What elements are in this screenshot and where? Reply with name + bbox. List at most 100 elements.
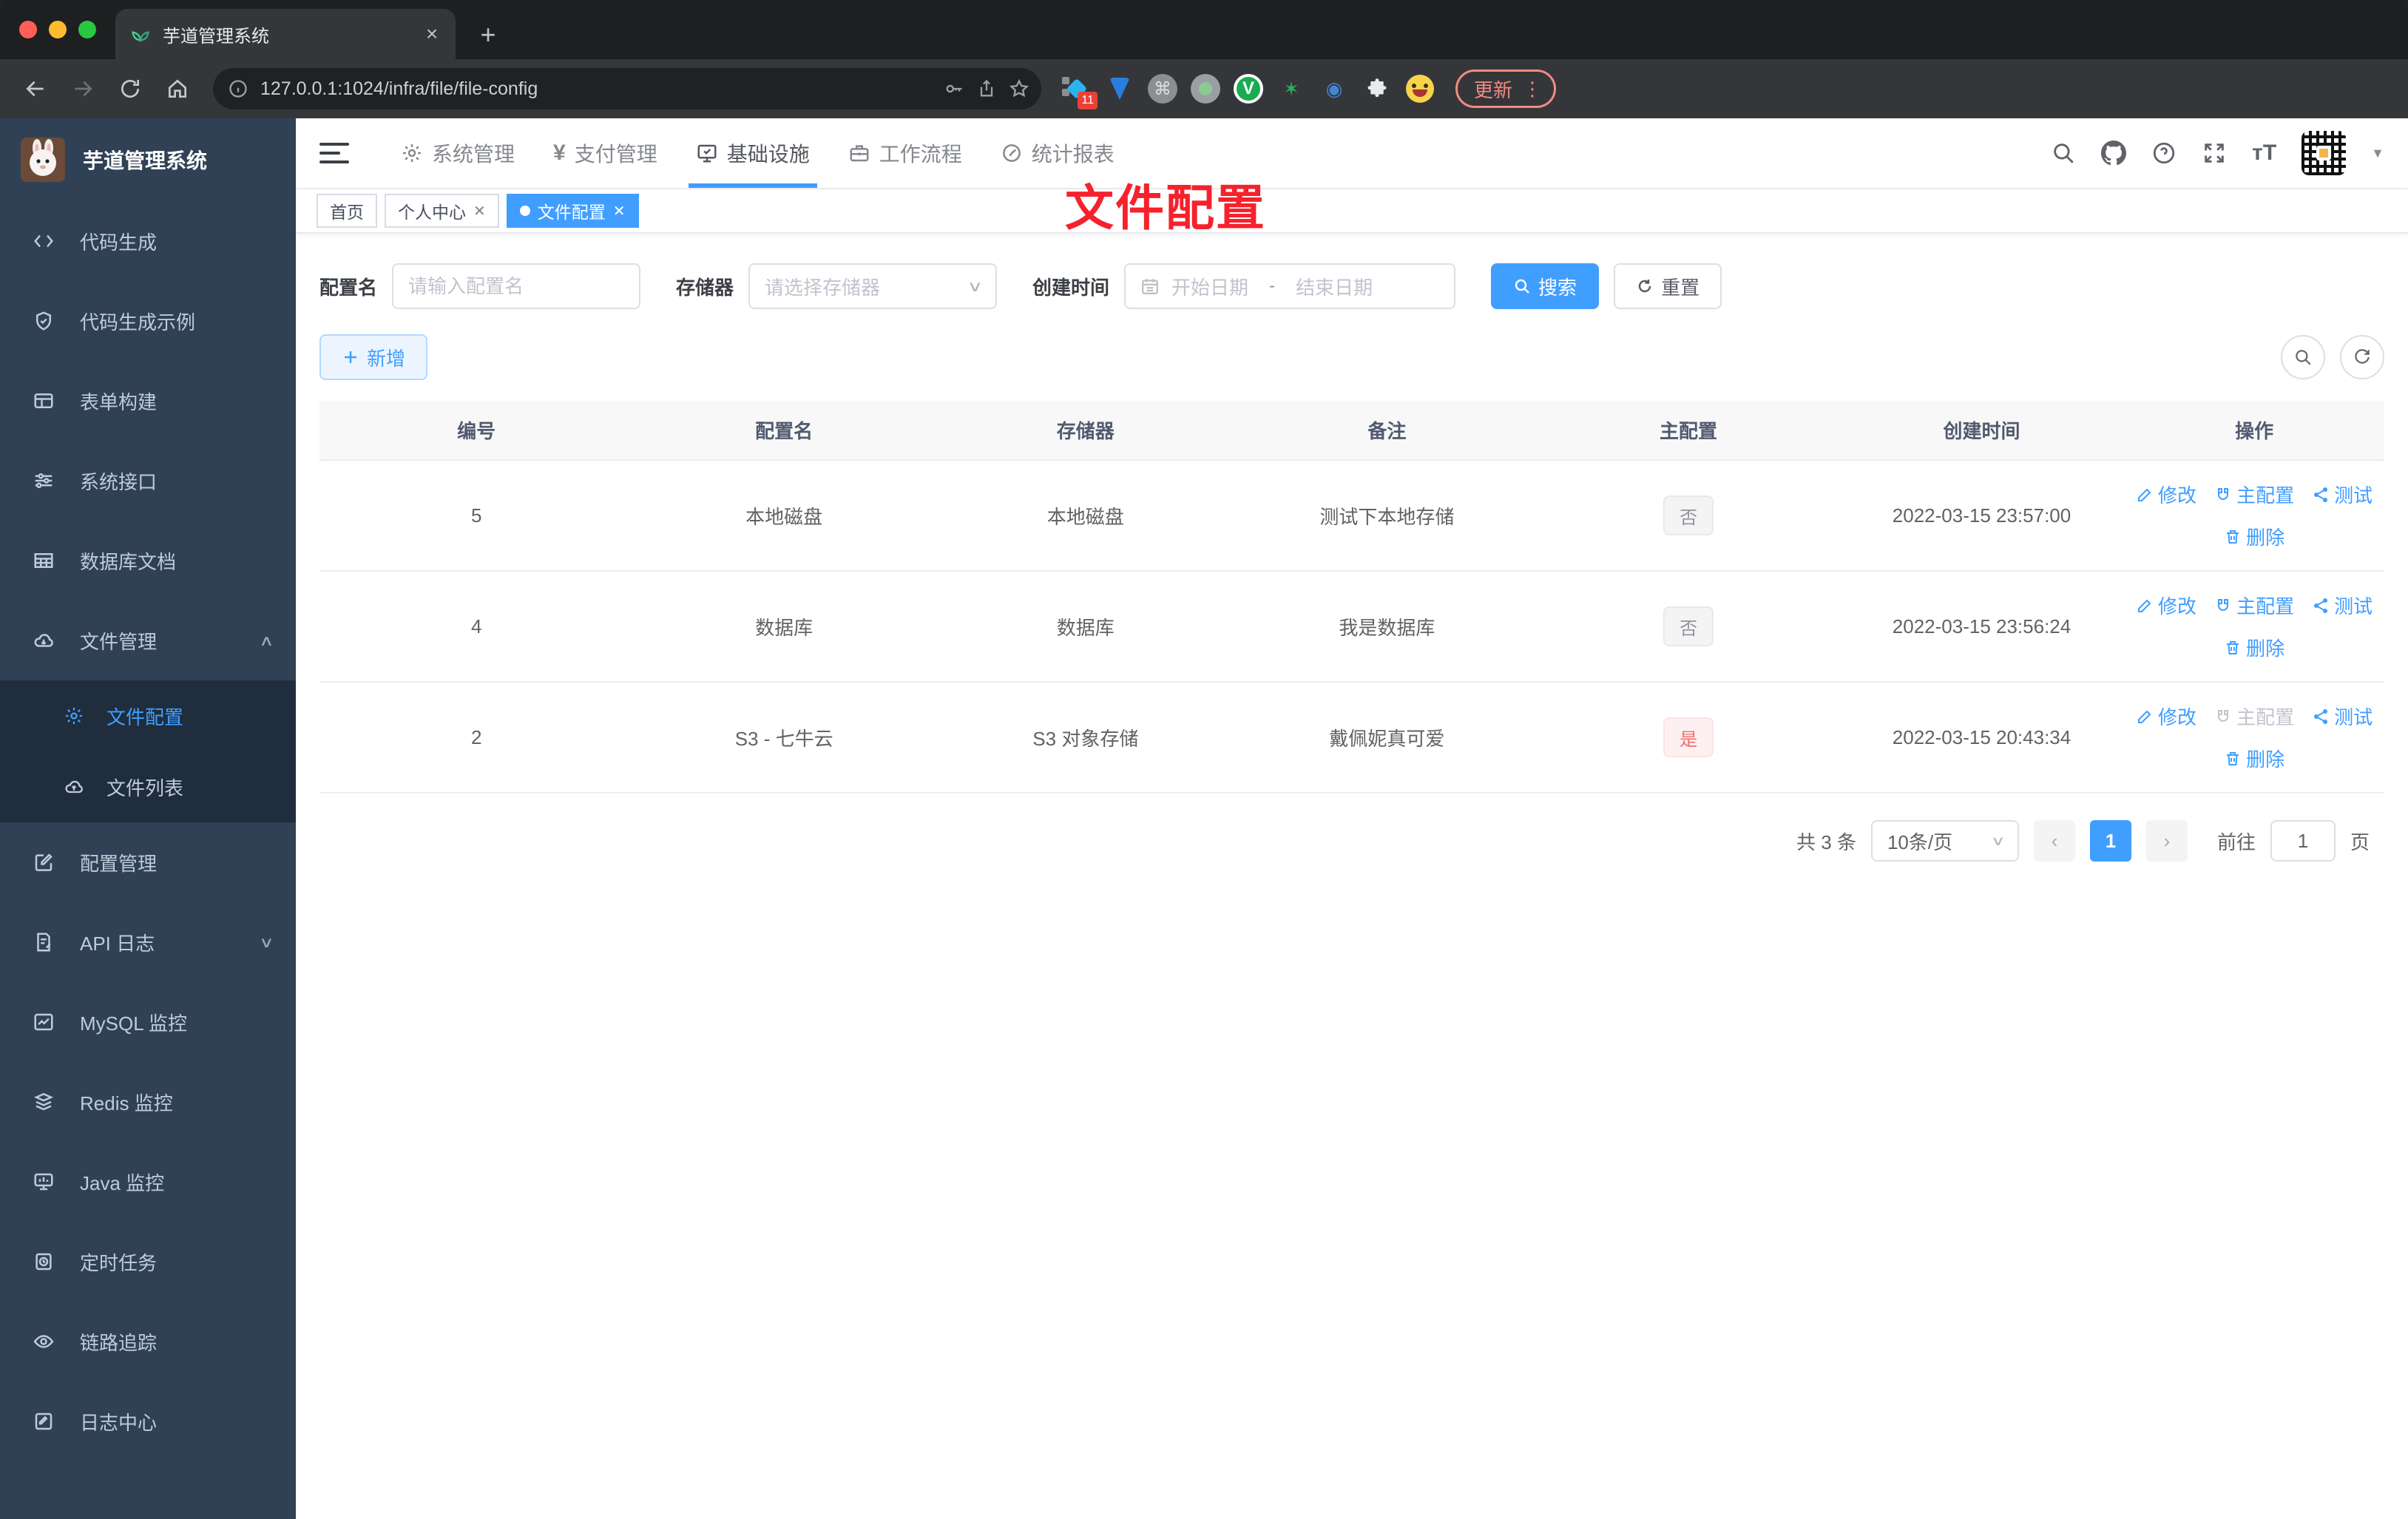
extension-vue-icon[interactable]: V [1234,74,1263,104]
tag-file-config[interactable]: 文件配置 ✕ [506,194,639,228]
extension-command-icon[interactable]: ⌘ [1148,74,1177,104]
delete-link[interactable]: 删除 [2224,745,2284,772]
page-size-select[interactable]: 10条/页 ∨ [1870,820,2019,862]
search-button[interactable]: 搜索 [1491,263,1600,309]
sidebar-item-redis-monitor[interactable]: Redis 监控 [0,1062,296,1142]
sidebar-item-config-management[interactable]: 配置管理 [0,822,296,902]
tag-close-icon[interactable]: ✕ [613,202,626,220]
extension-star-icon[interactable]: ✶ [1276,74,1306,104]
minimize-window-button[interactable] [49,21,67,38]
edit-link[interactable]: 修改 [2136,592,2196,619]
url-text[interactable]: 127.0.0.1:1024/infra/file/file-config [260,78,932,100]
master-config-link[interactable]: 主配置 [2214,481,2294,508]
toggle-search-button[interactable] [2281,335,2325,379]
pencil-icon [2138,488,2151,501]
goto-page-input[interactable] [2270,820,2336,862]
browser-update-button[interactable]: 更新 ⋮ [1455,70,1557,108]
cell-id: 5 [319,460,634,572]
zoom-window-button[interactable] [78,21,96,38]
tab-close-icon[interactable]: × [420,22,444,46]
extension-eye-icon[interactable]: ◉ [1319,74,1349,104]
col-remark: 备注 [1236,401,1538,461]
sidebar-item-java-monitor[interactable]: Java 监控 [0,1142,296,1222]
font-size-icon[interactable]: тT [2252,141,2276,166]
search-icon[interactable] [2051,141,2076,166]
app-logo-row[interactable]: 芋道管理系统 [0,118,296,201]
extension-emoji-icon[interactable] [1405,74,1435,104]
refresh-table-button[interactable] [2340,335,2384,379]
date-end-placeholder[interactable]: 结束日期 [1296,273,1373,300]
cell-remark: 测试下本地存储 [1236,460,1538,572]
forward-icon[interactable] [62,68,104,109]
sidebar-item-file-config[interactable]: 文件配置 [0,680,296,751]
topnav-item-workflow[interactable]: 工作流程 [829,118,981,188]
page-number-button[interactable]: 1 [2089,820,2131,862]
date-range-picker[interactable]: 开始日期 - 结束日期 [1124,263,1456,309]
shield-check-icon [36,311,51,331]
delete-link[interactable]: 删除 [2224,523,2284,550]
new-tab-button[interactable]: + [470,19,506,50]
sidebar-item-db-doc[interactable]: 数据库文档 [0,521,296,601]
reset-button[interactable]: 重置 [1614,263,1722,309]
extension-pinned-icon[interactable]: 11 [1062,74,1098,109]
sidebar-item-scheduled-tasks[interactable]: 定时任务 [0,1222,296,1302]
test-link[interactable]: 测试 [2312,592,2373,619]
briefcase-icon [850,145,869,162]
top-navbar: 系统管理 ¥ 支付管理 基础设施 工作流程 统计报表 тT ▼ [296,118,2408,189]
browser-menu-dots-icon[interactable]: ⋮ [1523,79,1542,98]
fullscreen-icon[interactable] [2202,141,2227,166]
sidebar-collapse-icon[interactable] [319,143,349,163]
tag-close-icon[interactable]: ✕ [473,202,486,220]
prev-page-button[interactable]: ‹ [2033,820,2075,862]
topbar-actions: тT ▼ [2051,131,2384,175]
test-link[interactable]: 测试 [2312,703,2373,730]
cell-name: 数据库 [633,571,935,683]
share-icon[interactable] [976,78,997,99]
bookmark-star-icon[interactable] [1009,78,1029,99]
github-icon[interactable] [2101,141,2127,166]
sidebar-item-code-gen[interactable]: 代码生成 [0,201,296,281]
sidebar-item-tracing[interactable]: 链路追踪 [0,1302,296,1381]
sidebar-item-file-list[interactable]: 文件列表 [0,751,296,822]
delete-link[interactable]: 删除 [2224,634,2284,661]
test-link[interactable]: 测试 [2312,481,2373,508]
cell-storage: S3 对象存储 [935,682,1237,794]
back-icon[interactable] [15,68,56,109]
home-icon[interactable] [157,68,198,109]
topnav-item-infrastructure[interactable]: 基础设施 [677,118,829,188]
edit-link[interactable]: 修改 [2136,703,2196,730]
storage-select[interactable]: 请选择存储器 ∨ [748,263,998,309]
extension-recorder-icon[interactable] [1191,74,1220,104]
password-key-icon[interactable] [944,78,964,99]
sidebar-item-log-center[interactable]: 日志中心 [0,1381,296,1461]
window-controls[interactable] [19,21,96,38]
sidebar-item-file-management[interactable]: 文件管理 ∧ [0,601,296,680]
sidebar-item-api-log[interactable]: API 日志 ∨ [0,902,296,982]
avatar-caret-down-icon[interactable]: ▼ [2371,146,2384,161]
help-icon[interactable] [2151,141,2177,166]
topnav-item-system[interactable]: 系统管理 [382,118,534,188]
site-info-icon[interactable] [228,78,248,99]
add-button[interactable]: 新增 [319,334,428,380]
date-start-placeholder[interactable]: 开始日期 [1171,273,1248,300]
master-config-link[interactable]: 主配置 [2214,592,2294,619]
close-window-button[interactable] [19,21,37,38]
browser-tab[interactable]: 芋道管理系统 × [115,9,456,59]
next-page-button[interactable]: › [2145,820,2188,862]
sidebar-item-mysql-monitor[interactable]: MySQL 监控 [0,982,296,1062]
sidebar-item-form-builder[interactable]: 表单构建 [0,361,296,441]
reload-icon[interactable] [109,68,151,109]
cell-name: 本地磁盘 [633,460,935,572]
sidebar-item-system-api[interactable]: 系统接口 [0,441,296,521]
edit-link[interactable]: 修改 [2136,481,2196,508]
extensions-puzzle-icon[interactable] [1362,74,1392,104]
tag-home[interactable]: 首页 [317,194,377,228]
tag-profile[interactable]: 个人中心 ✕ [385,194,499,228]
extension-kite-icon[interactable] [1105,74,1134,104]
trash-icon [2227,530,2239,544]
topnav-item-payment[interactable]: ¥ 支付管理 [534,118,677,188]
sidebar-item-code-gen-demo[interactable]: 代码生成示例 [0,281,296,361]
url-bar[interactable]: 127.0.0.1:1024/infra/file/file-config [213,68,1041,109]
user-avatar-qr[interactable] [2302,131,2347,175]
config-name-input[interactable] [392,263,641,309]
